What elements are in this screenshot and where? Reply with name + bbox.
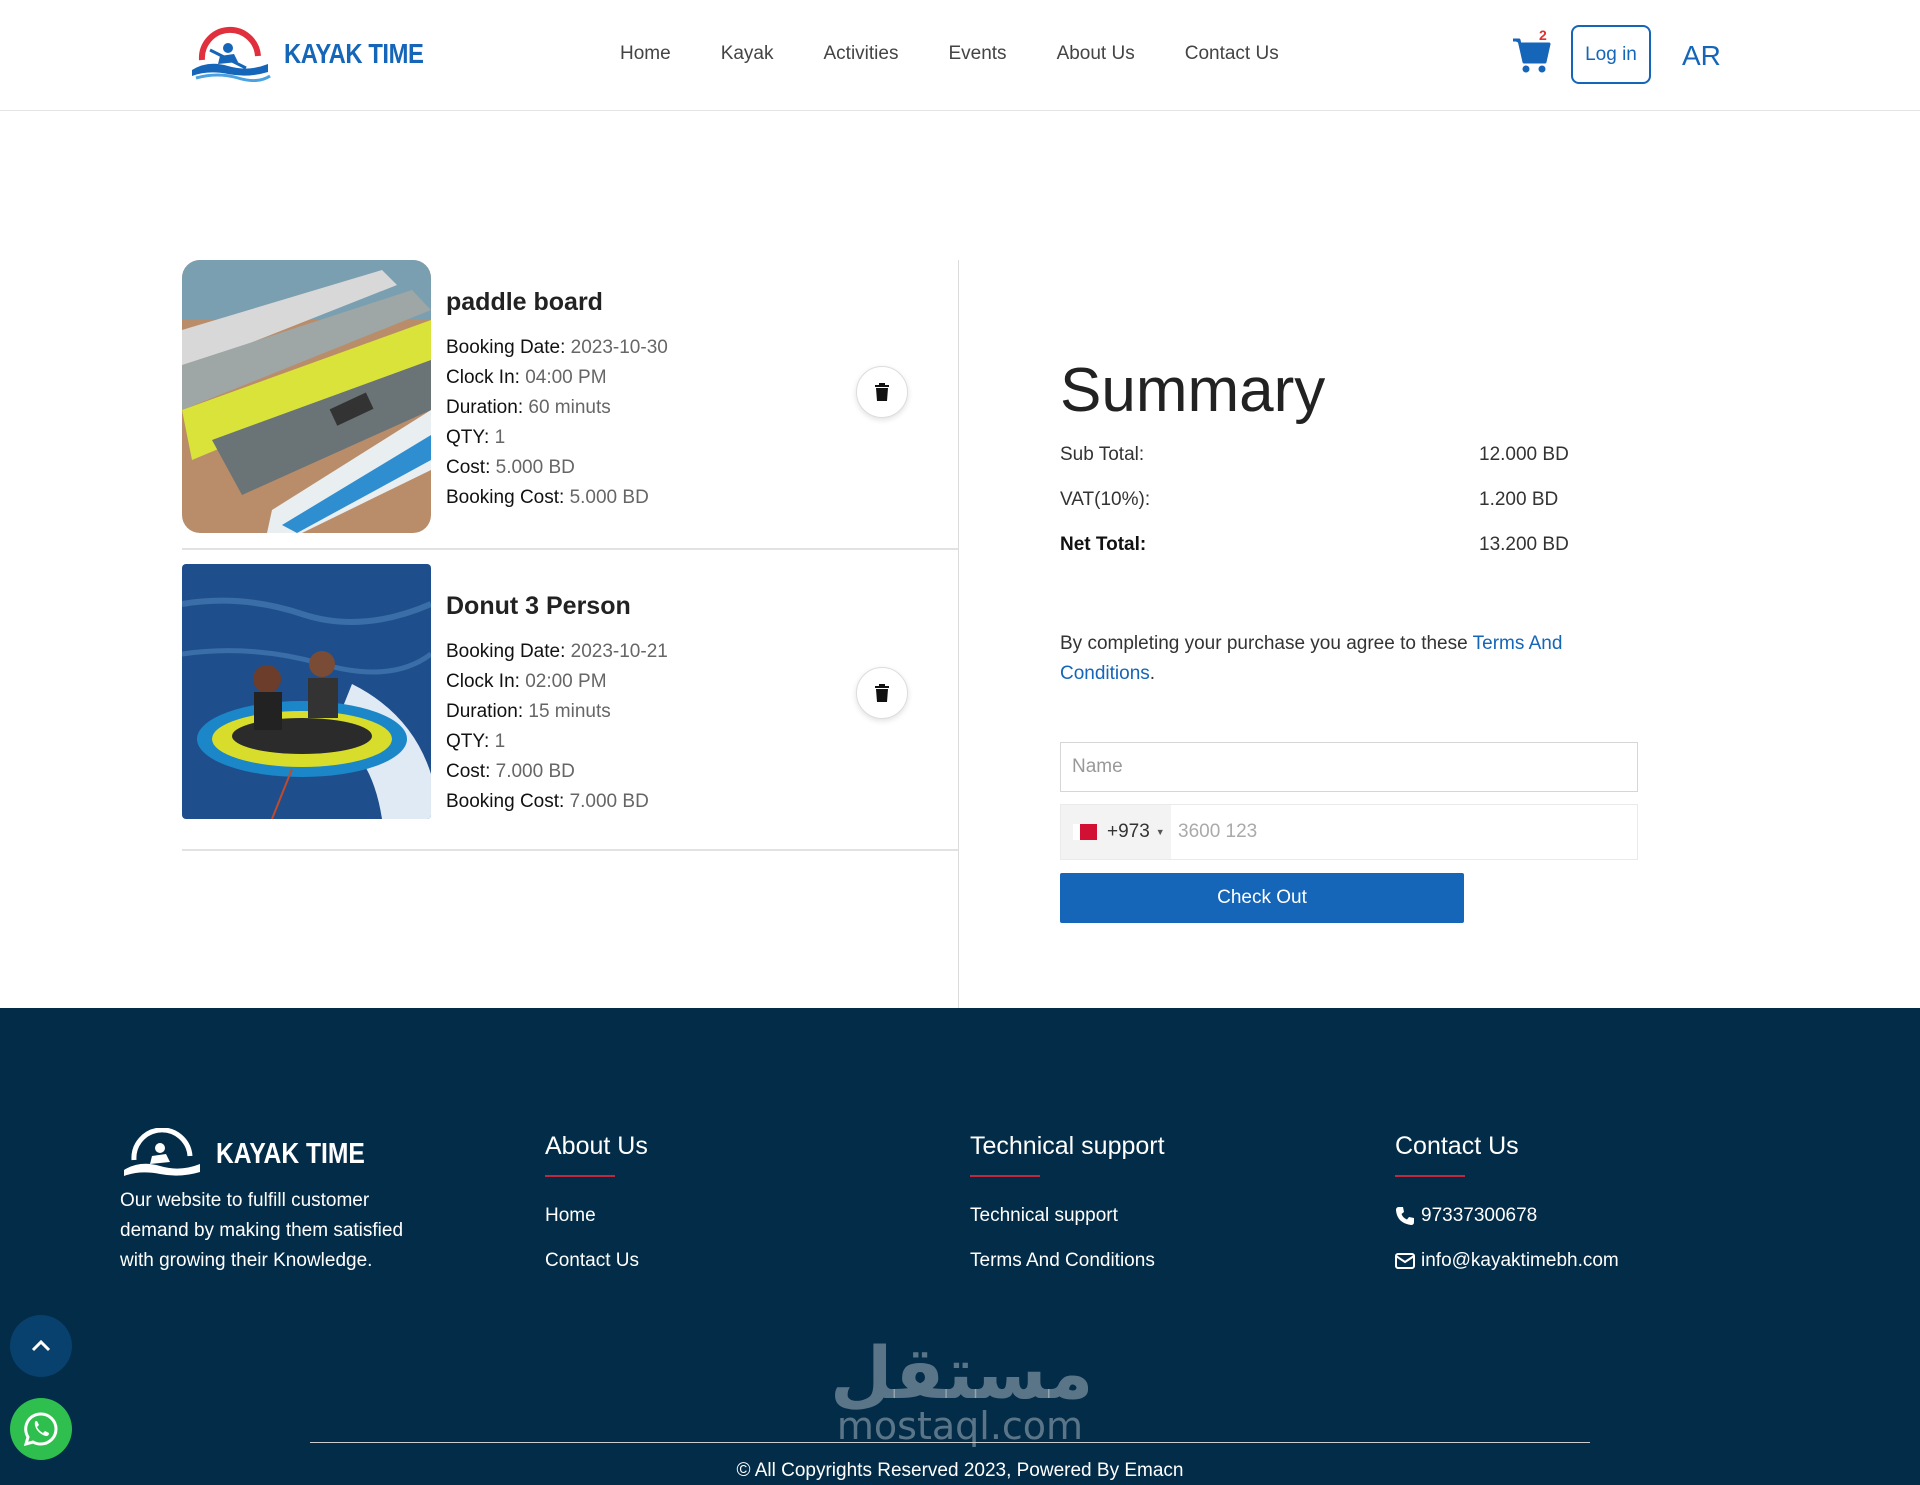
footer-logo[interactable]: KAYAK TIME: [120, 1128, 391, 1180]
login-button[interactable]: Log in: [1571, 25, 1651, 84]
footer-support: Technical support Technical support Term…: [970, 1132, 1165, 1283]
name-input[interactable]: Name: [1060, 742, 1638, 792]
cart-button[interactable]: 2: [1511, 27, 1551, 74]
main-nav: Home Kayak Activities Events About Us Co…: [620, 43, 1329, 65]
title-underline: [970, 1175, 1040, 1177]
subtotal-row: Sub Total: 12.000 BD: [1060, 444, 1569, 465]
site-logo[interactable]: KAYAK TIME: [188, 26, 448, 82]
item-details: paddle board Booking Date: 2023-10-30 Cl…: [446, 288, 668, 513]
footer-contact: Contact Us 97337300678 info@kayaktimebh.…: [1395, 1132, 1619, 1283]
whatsapp-icon: [23, 1412, 58, 1447]
footer-divider: [310, 1442, 1590, 1443]
footer-about: About Us Home Contact Us: [545, 1132, 648, 1283]
clock-in-row: Clock In: 02:00 PM: [446, 671, 607, 692]
delete-item-button[interactable]: [856, 667, 908, 719]
nav-about-us[interactable]: About Us: [1057, 43, 1135, 65]
cart-count-badge: 2: [1539, 27, 1547, 43]
country-code-select[interactable]: +973 ▼: [1061, 805, 1171, 859]
nav-contact-us[interactable]: Contact Us: [1185, 43, 1279, 65]
duration-row: Duration: 60 minuts: [446, 397, 611, 418]
kayak-logo-icon: [192, 27, 271, 82]
footer-description: Our website to fulfill customer demand b…: [120, 1190, 404, 1271]
checkout-button[interactable]: Check Out: [1060, 873, 1464, 923]
booking-date-row: Booking Date: 2023-10-21: [446, 641, 668, 662]
footer-link-terms[interactable]: Terms And Conditions: [970, 1238, 1165, 1283]
footer-about-title: About Us: [545, 1132, 648, 1160]
order-summary: Summary Sub Total: 12.000 BD VAT(10%): 1…: [1060, 355, 1640, 923]
language-toggle[interactable]: AR: [1682, 40, 1721, 72]
copyright: © All Copyrights Reserved 2023, Powered …: [736, 1460, 1184, 1481]
qty-row: QTY: 1: [446, 731, 506, 752]
nav-activities[interactable]: Activities: [824, 43, 899, 65]
item-title: paddle board: [446, 288, 603, 316]
duration-row: Duration: 15 minuts: [446, 701, 611, 722]
phone-input: +973 ▼ 3600 123: [1060, 804, 1638, 860]
terms-notice: By completing your purchase you agree to…: [1060, 633, 1563, 684]
vat-row: VAT(10%): 1.200 BD: [1060, 489, 1559, 510]
chevron-up-icon: [31, 1339, 51, 1352]
phone-icon: [1396, 1206, 1414, 1225]
kayak-logo-icon: [124, 1128, 200, 1176]
cart-item: paddle board Booking Date: 2023-10-30 Cl…: [182, 260, 958, 550]
bahrain-flag-icon: [1073, 824, 1097, 840]
cost-row: Cost: 7.000 BD: [446, 761, 575, 782]
mostaql-watermark: مستقل mostaql.com: [830, 1331, 1094, 1448]
site-header: KAYAK TIME Home Kayak Activities Events …: [0, 0, 1920, 111]
footer-logo-text: KAYAK TIME: [216, 1137, 365, 1170]
footer-support-title: Technical support: [970, 1132, 1165, 1160]
footer-link-contact[interactable]: Contact Us: [545, 1238, 648, 1283]
nav-home[interactable]: Home: [620, 43, 671, 65]
footer-link-home[interactable]: Home: [545, 1193, 648, 1238]
item-title: Donut 3 Person: [446, 592, 631, 620]
envelope-icon: [1395, 1252, 1415, 1269]
footer-email[interactable]: info@kayaktimebh.com: [1395, 1238, 1619, 1283]
booking-cost-row: Booking Cost: 7.000 BD: [446, 791, 649, 812]
whatsapp-button[interactable]: [10, 1398, 72, 1460]
site-footer: KAYAK TIME Our website to fulfill custom…: [0, 1008, 1920, 1485]
net-total-row: Net Total: 13.200 BD: [1060, 534, 1569, 555]
trash-icon: [875, 383, 889, 401]
cost-row: Cost: 5.000 BD: [446, 457, 575, 478]
booking-date-row: Booking Date: 2023-10-30: [446, 337, 668, 358]
booking-cost-row: Booking Cost: 5.000 BD: [446, 487, 649, 508]
caret-down-icon: ▼: [1155, 827, 1165, 837]
trash-icon: [875, 684, 889, 702]
title-underline: [1395, 1175, 1465, 1177]
nav-events[interactable]: Events: [948, 43, 1006, 65]
column-divider: [958, 260, 959, 1008]
donut-ride-image: [182, 564, 431, 819]
title-underline: [545, 1175, 615, 1177]
clock-in-row: Clock In: 04:00 PM: [446, 367, 607, 388]
footer-contact-title: Contact Us: [1395, 1132, 1519, 1160]
cart-item: Donut 3 Person Booking Date: 2023-10-21 …: [182, 564, 958, 851]
cart-items: paddle board Booking Date: 2023-10-30 Cl…: [182, 260, 958, 851]
qty-row: QTY: 1: [446, 427, 506, 448]
scroll-to-top-button[interactable]: [10, 1315, 72, 1377]
logo-text: KAYAK TIME: [284, 38, 424, 69]
footer-phone[interactable]: 97337300678: [1395, 1193, 1619, 1238]
summary-title: Summary: [1060, 356, 1326, 425]
paddle-board-image: [182, 260, 431, 533]
nav-kayak[interactable]: Kayak: [721, 43, 774, 65]
item-details: Donut 3 Person Booking Date: 2023-10-21 …: [446, 592, 668, 817]
phone-number-field[interactable]: 3600 123: [1178, 821, 1257, 843]
delete-item-button[interactable]: [856, 366, 908, 418]
footer-link-tech-support[interactable]: Technical support: [970, 1193, 1165, 1238]
